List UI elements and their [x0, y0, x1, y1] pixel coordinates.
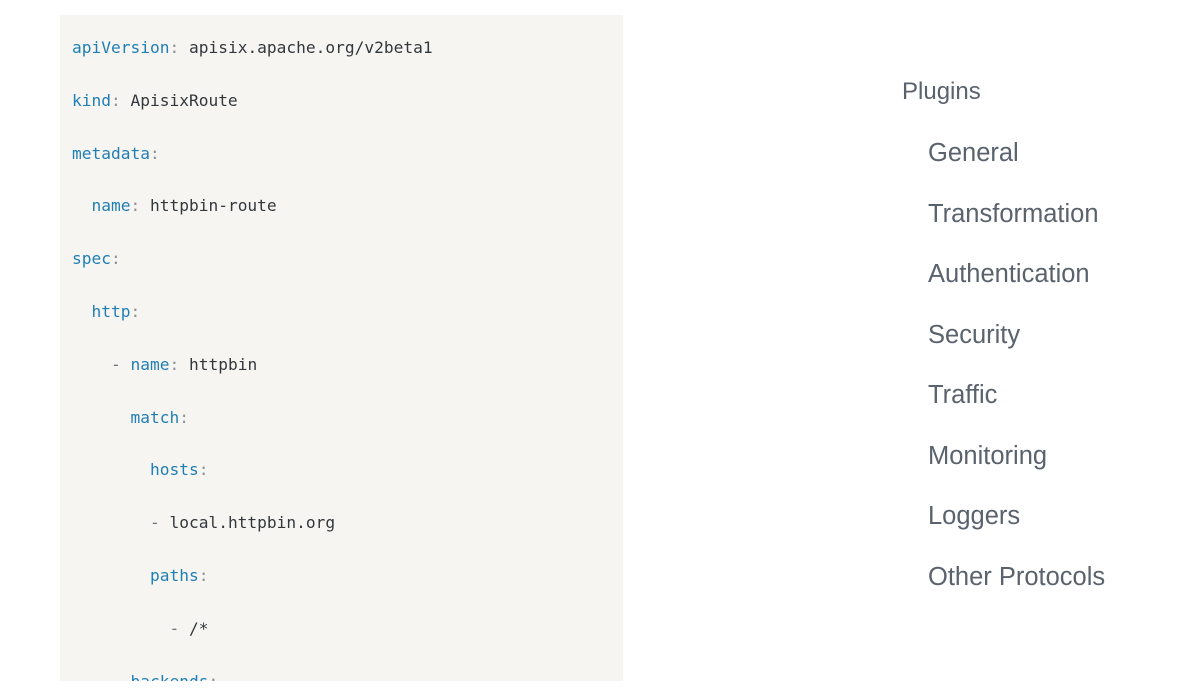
yaml-code-block: apiVersion: apisix.apache.org/v2beta1 ki… [60, 15, 623, 681]
code-line: spec: [72, 246, 623, 272]
code-line: kind: ApisixRoute [72, 88, 623, 114]
code-token-key: hosts [149, 460, 199, 480]
code-token-colon: : [130, 196, 141, 216]
nav-item-transformation[interactable]: Transformation [928, 199, 1180, 229]
yaml-code-content[interactable]: apiVersion: apisix.apache.org/v2beta1 ki… [72, 35, 623, 681]
code-token-key: match [130, 407, 180, 427]
code-line: name: httpbin-route [72, 193, 623, 219]
code-token-key: name [91, 196, 131, 216]
code-token-key: metadata [72, 143, 150, 163]
code-token-key: backends [130, 672, 208, 681]
code-token-dash: - [169, 618, 180, 638]
code-line: metadata: [72, 141, 623, 167]
nav-item-label: Loggers [928, 502, 1021, 530]
code-token-colon: : [208, 672, 218, 681]
code-line: apiVersion: apisix.apache.org/v2beta1 [72, 35, 623, 61]
code-token-val: apisix.apache.org/v2beta1 [179, 38, 433, 57]
nav-item-label: Monitoring [928, 441, 1048, 470]
code-token-colon: : [110, 249, 121, 269]
code-token-colon: : [169, 38, 180, 57]
code-token-key: kind [72, 90, 111, 110]
code-line: - name: httpbin [72, 352, 623, 378]
code-token-colon: : [198, 565, 209, 585]
code-token-dash: - [149, 513, 160, 533]
code-token-key: http [91, 301, 131, 321]
code-token-val: local.httpbin.org [159, 513, 336, 533]
code-token-val: /* [179, 618, 209, 638]
code-token-val: httpbin [179, 354, 258, 374]
nav-item-label: Security [928, 320, 1021, 349]
nav-item-label: Other Protocols [928, 562, 1106, 591]
nav-item-security[interactable]: Security [928, 320, 1180, 350]
code-token-key: name [130, 354, 170, 374]
nav-item-general[interactable]: General [928, 138, 1180, 168]
code-token-colon: : [179, 407, 189, 427]
code-line: - local.httpbin.org [72, 510, 623, 536]
plugins-nav-list: General Transformation Authentication Secur… [860, 138, 1180, 592]
code-line: backends: [72, 669, 623, 681]
code-token-colon: : [149, 143, 160, 163]
nav-item-monitoring[interactable]: Monitoring [928, 441, 1180, 471]
code-line: - /* [72, 616, 623, 642]
nav-item-authentication[interactable]: Authentication [928, 259, 1180, 289]
code-token-val: httpbin-route [140, 196, 277, 216]
nav-item-label: Traffic [928, 381, 998, 409]
code-token-colon: : [110, 90, 121, 110]
code-token-dash: - [110, 354, 121, 374]
nav-item-label: General [928, 139, 1019, 167]
nav-item-other-protocols[interactable]: Other Protocols [928, 562, 1180, 592]
nav-item-traffic[interactable]: Traffic [928, 380, 1180, 410]
code-token-key: paths [149, 565, 199, 585]
code-line: paths: [72, 563, 623, 589]
code-token-key: apiVersion [72, 38, 170, 57]
nav-item-label: Transformation [928, 199, 1099, 228]
nav-item-loggers[interactable]: Loggers [928, 501, 1180, 531]
code-token-colon: : [130, 301, 141, 321]
plugins-nav-panel: Plugins General Transformation Authenticat… [860, 78, 1180, 622]
code-line: http: [72, 299, 623, 325]
code-token-key: spec [72, 249, 111, 269]
plugins-nav-heading: Plugins [902, 78, 981, 105]
code-token-val: ApisixRoute [120, 90, 238, 110]
code-line: match: [72, 405, 623, 431]
nav-item-label: Authentication [928, 260, 1090, 288]
code-line: hosts: [72, 457, 623, 483]
yaml-code-root: apiVersion: apisix.apache.org/v2beta1 ki… [72, 35, 623, 681]
code-token-colon: : [169, 354, 180, 374]
code-token-colon: : [198, 460, 209, 480]
